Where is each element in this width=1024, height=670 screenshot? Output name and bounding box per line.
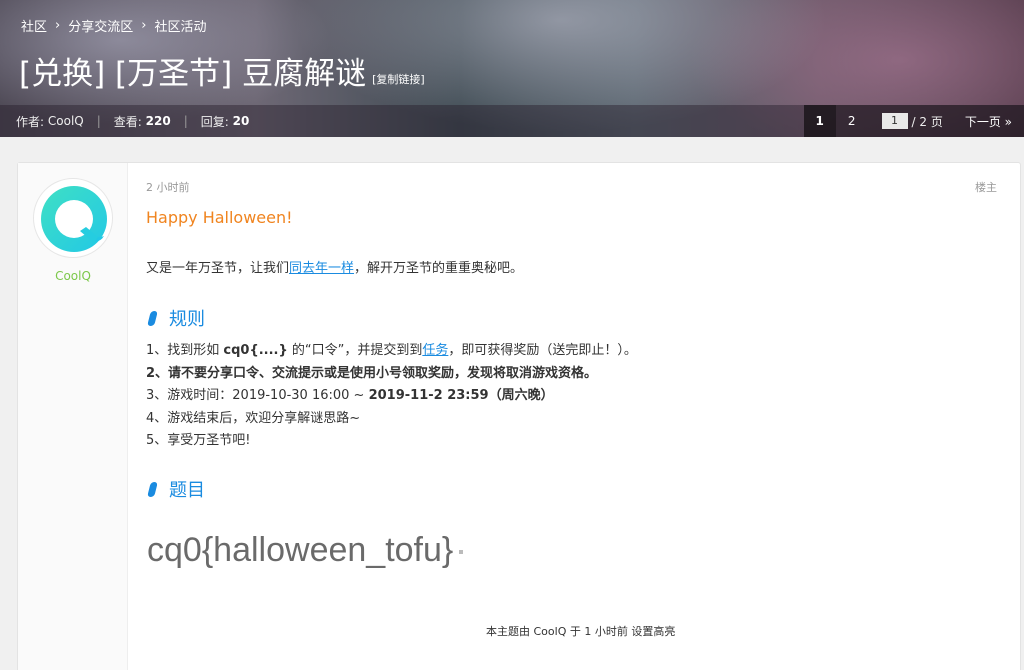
rule-text: 的“口令”，并提交到到 [287,343,423,358]
post-card: CoolQ 2 小时前 楼主 Happy Halloween! 又是一年万圣节，… [17,162,1021,670]
breadcrumb-share-forum[interactable]: 分享交流区 [68,16,133,35]
intro-paragraph: 又是一年万圣节，让我们同去年一样，解开万圣节的重重奥秘吧。 [146,257,523,276]
author-username[interactable]: CoolQ [18,269,128,283]
rule-item-5: 5、享受万圣节吧! [146,433,251,448]
breadcrumb-separator: › [55,18,61,33]
thread-stats: 作者: CoolQ | 查看: 220 | 回复: 20 [16,113,249,130]
breadcrumb-separator: › [141,18,147,33]
greeting-text: Happy Halloween! [146,208,293,227]
rule-item-3: 3、游戏时间：2019-10-30 16:00 ~ 2019-11-2 23:5… [146,385,637,408]
breadcrumb-community-events[interactable]: 社区活动 [154,16,206,35]
pagination: 1 2 1 / 2 页 下一页 » [803,105,1024,137]
page-2-button[interactable]: 2 [836,105,868,137]
title-row: [兑换] [万圣节] 豆腐解谜 [复制链接] [19,48,425,93]
post-time: 2 小时前 [146,181,190,194]
rule-item-2: 2、请不要分享口令、交流提示或是使用小号领取奖励，发现将取消游戏资格。 [146,363,637,386]
author-sidebar: CoolQ [18,163,128,670]
puzzle-heading-text: 题目 [169,480,205,501]
heading-bar-icon [147,481,158,497]
highlight-note: 本主题由 CoolQ 于 1 小时前 设置高亮 [486,625,676,638]
page-number-input[interactable]: 1 [881,113,908,129]
avatar[interactable] [33,178,113,258]
intro-text-end: ，解开万圣节的重重奥秘吧。 [354,261,524,276]
author-link[interactable]: CoolQ [48,114,84,128]
breadcrumb-community[interactable]: 社区 [21,16,47,35]
author-label: 作者: [16,114,45,129]
coolq-logo-icon [41,186,107,252]
intro-text: 又是一年万圣节，让我们 [146,261,290,276]
views-label: 查看: [113,114,142,129]
replies-label: 回复: [200,114,229,129]
rules-heading-text: 规则 [169,309,205,330]
puzzle-heading: 题目 [146,476,205,502]
rule-text: 请不要分享口令、交流提示或是使用小号领取奖励，发现将取消游戏资格。 [168,365,598,381]
next-page-button[interactable]: 下一页 » [955,113,1024,130]
flag-format: cq0{....} [223,343,288,358]
thread-stats-bar: 作者: CoolQ | 查看: 220 | 回复: 20 1 2 1 / 2 页… [0,105,1024,137]
rule-text: 3、游戏时间：2019-10-30 16:00 ~ [146,388,369,403]
thread-header: 社区 › 分享交流区 › 社区活动 [兑换] [万圣节] 豆腐解谜 [复制链接]… [0,0,1024,137]
task-link[interactable]: 任务 [422,343,448,358]
puzzle-flag: cq0{halloween_tofu} [147,531,464,570]
rule-text: ，即可获得奖励（送完即止！）。 [448,343,637,358]
thread-title: [兑换] [万圣节] 豆腐解谜 [19,56,367,92]
floor-label: 楼主 [975,181,997,194]
copy-link-button[interactable]: [复制链接] [372,71,425,87]
page-total: / 2 页 [911,114,943,129]
rule-text: 1、找到形如 [146,343,224,358]
heading-bar-icon [147,310,158,326]
game-end-time: 2019-11-2 23:59（周六晚） [368,388,554,403]
rules-heading: 规则 [146,305,205,331]
stats-divider: | [96,114,101,128]
rule-item-4: 4、游戏结束后，欢迎分享解谜思路~ [146,410,361,426]
rule-number: 2、 [146,365,169,381]
page-1-button[interactable]: 1 [803,105,836,137]
decor-dot-icon [459,550,464,555]
views-count: 220 [145,114,171,128]
rule-item-1: 1、找到形如 cq0{....} 的“口令”，并提交到到任务，即可获得奖励（送完… [146,340,637,363]
flag-text: cq0{halloween_tofu} [147,531,454,569]
breadcrumb: 社区 › 分享交流区 › 社区活动 [21,16,206,35]
last-year-link[interactable]: 同去年一样 [289,261,354,276]
rules-list: 1、找到形如 cq0{....} 的“口令”，并提交到到任务，即可获得奖励（送完… [146,340,637,453]
replies-count: 20 [232,114,250,128]
stats-divider: | [183,114,188,128]
